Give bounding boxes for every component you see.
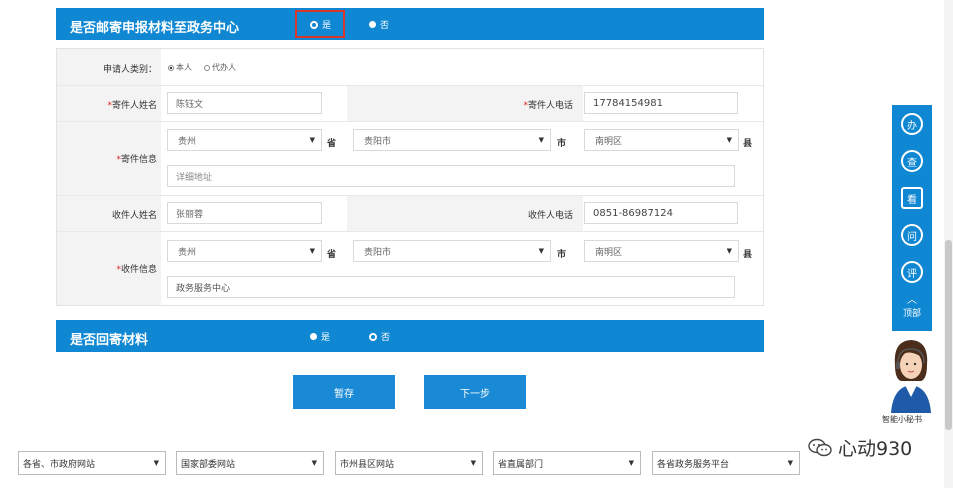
footer-select-county-sites[interactable]: 市州县区网站 ▼: [335, 451, 483, 475]
sender-info-label: *寄件信息: [116, 155, 157, 165]
chevron-down-icon: ▼: [628, 459, 634, 467]
watermark-text: 心动930: [838, 438, 913, 460]
applicant-self-radio[interactable]: 本人: [168, 62, 192, 73]
row-divider: [57, 231, 763, 232]
assistant-avatar-icon: [891, 340, 931, 413]
sender-name-input[interactable]: 陈钰文: [167, 92, 322, 114]
footer-select-provincial-govt[interactable]: 各省、市政府网站 ▼: [18, 451, 166, 475]
next-button[interactable]: 下一步: [424, 375, 526, 409]
assistant-avatar[interactable]: [881, 335, 941, 415]
receiver-county-select[interactable]: 南明区 ▼: [584, 240, 739, 262]
section-return-title: 是否回寄材料: [70, 333, 149, 348]
sender-province-unit: 省: [327, 139, 337, 149]
sender-city-select[interactable]: 贵阳市 ▼: [353, 129, 551, 151]
assistant-label: 智能小秘书: [882, 415, 922, 424]
receiver-city-unit: 市: [557, 250, 567, 260]
sender-province-select[interactable]: 贵州 ▼: [167, 129, 322, 151]
receiver-name-label: 收件人姓名: [111, 211, 157, 221]
section-return-header: 是否回寄材料 是 否: [56, 320, 764, 352]
back-to-top-label: 顶部: [902, 309, 921, 319]
sender-county-select[interactable]: 南明区 ▼: [584, 129, 739, 151]
chevron-down-icon: ▼: [726, 136, 732, 144]
mail-form: 申请人类别： 本人 代办人 *寄件人姓名 陈钰文 *寄件人电话 17784154…: [56, 48, 764, 306]
receiver-name-input[interactable]: 张丽蓉: [167, 202, 322, 224]
receiver-province-unit: 省: [327, 250, 337, 260]
sidebar-item-ban[interactable]: 办: [901, 113, 923, 135]
sender-city-unit: 市: [557, 139, 567, 149]
return-option-yes[interactable]: 是: [310, 330, 330, 343]
chevron-down-icon: ▼: [538, 247, 544, 255]
sender-name-label: *寄件人姓名: [107, 101, 157, 111]
row-divider: [57, 195, 763, 196]
receiver-info-label: *收件信息: [116, 265, 157, 275]
radio-icon: [310, 333, 317, 340]
footer-select-provincial-depts[interactable]: 省直属部门 ▼: [493, 451, 641, 475]
applicant-agent-label: 代办人: [212, 63, 236, 72]
watermark: 心动930: [808, 434, 912, 461]
receiver-province-select[interactable]: 贵州 ▼: [167, 240, 322, 262]
row-divider: [57, 85, 763, 86]
radio-icon: [204, 64, 210, 71]
row-divider: [57, 121, 763, 122]
receiver-phone-label: 收件人电话: [527, 211, 573, 221]
sender-county-unit: 县: [743, 139, 753, 149]
page-scrollbar-thumb[interactable]: [945, 240, 952, 430]
receiver-city-select[interactable]: 贵阳市 ▼: [353, 240, 551, 262]
chevron-down-icon: ▼: [153, 459, 159, 467]
section-mail-title: 是否邮寄申报材料至政务中心: [70, 21, 240, 36]
return-option-no-label: 否: [381, 333, 391, 343]
back-to-top-button[interactable]: ︿ 顶部: [892, 295, 932, 331]
receiver-address-input[interactable]: 政务服务中心: [167, 276, 735, 298]
save-button[interactable]: 暂存: [293, 375, 395, 409]
mail-option-yes[interactable]: 是: [310, 18, 331, 31]
sidebar-item-cha[interactable]: 查: [901, 150, 923, 172]
sidebar-item-ping[interactable]: 评: [901, 261, 923, 283]
chevron-down-icon: ▼: [538, 136, 544, 144]
chevron-down-icon: ▼: [470, 459, 476, 467]
radio-selected-icon: [369, 332, 377, 341]
sender-address-input[interactable]: 详细地址: [167, 165, 735, 187]
radio-selected-icon: [310, 20, 318, 29]
chevron-up-icon: ︿: [907, 295, 917, 306]
chevron-down-icon: ▼: [787, 459, 793, 467]
footer-select-ministries[interactable]: 国家部委网站 ▼: [176, 451, 324, 475]
applicant-type-label: 申请人类别：: [102, 65, 157, 75]
radio-selected-icon: [168, 64, 174, 71]
return-option-no[interactable]: 否: [369, 330, 390, 343]
wechat-icon: [808, 438, 832, 456]
applicant-agent-radio[interactable]: 代办人: [204, 62, 236, 73]
chevron-down-icon: ▼: [311, 459, 317, 467]
sidebar-item-kan[interactable]: 看: [901, 187, 923, 209]
mail-option-yes-label: 是: [322, 21, 332, 31]
sender-phone-label: *寄件人电话: [523, 101, 573, 111]
sidebar-item-wen[interactable]: 问: [901, 224, 923, 246]
radio-icon: [369, 21, 376, 28]
footer-select-service-platforms[interactable]: 各省政务服务平台 ▼: [652, 451, 800, 475]
sender-phone-input[interactable]: 17784154981: [584, 92, 738, 114]
return-option-yes-label: 是: [321, 333, 331, 343]
receiver-county-unit: 县: [743, 250, 753, 260]
receiver-phone-input[interactable]: 0851-86987124: [584, 202, 738, 224]
mail-option-no-label: 否: [380, 21, 390, 31]
mail-option-no[interactable]: 否: [369, 18, 389, 31]
applicant-self-label: 本人: [176, 63, 192, 72]
chevron-down-icon: ▼: [726, 247, 732, 255]
section-mail-header: 是否邮寄申报材料至政务中心 是 否: [56, 8, 764, 40]
floating-sidebar: 办 查 看 问 评 ︿ 顶部: [892, 105, 932, 331]
chevron-down-icon: ▼: [309, 136, 315, 144]
chevron-down-icon: ▼: [309, 247, 315, 255]
